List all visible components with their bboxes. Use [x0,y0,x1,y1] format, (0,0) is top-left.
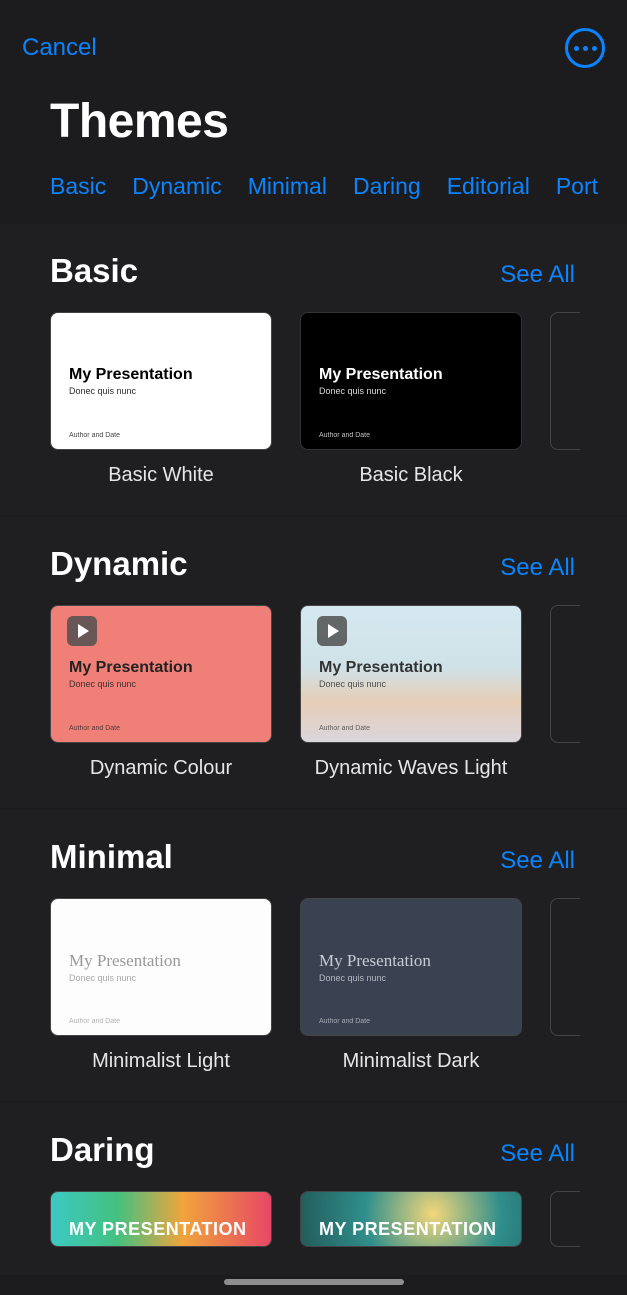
theme-thumbnail[interactable]: My Presentation Donec quis nunc Author and… [300,605,522,743]
thumb-subtitle: Donec quis nunc [319,386,503,396]
section-dynamic: Dynamic See All My Presentation Donec quis … [0,517,627,808]
thumb-title: MY PRESENTATION [69,1219,247,1240]
theme-card[interactable]: My Presentation Donec quis nunc Author and… [300,898,522,1073]
theme-row[interactable]: My Presentation Donec quis nunc Author and… [0,605,627,780]
thumb-subtitle: Donec quis nunc [69,973,253,983]
section-title: Minimal [50,838,173,876]
theme-label: Dynamic Colour [90,757,232,780]
theme-thumbnail[interactable]: My Presentation Donec quis nunc Author and… [50,605,272,743]
section-title: Basic [50,252,138,290]
thumb-title: MY PRESENTATION [319,1219,497,1240]
thumb-title: My Presentation [69,366,253,384]
play-icon [67,616,97,646]
thumb-title: My Presentation [69,659,253,677]
theme-thumbnail[interactable]: My Presentation Donec quis nunc Author and… [300,312,522,450]
theme-card[interactable]: My Presentation Donec quis nunc Author and… [50,605,272,780]
section-title: Dynamic [50,545,188,583]
theme-label: Basic Black [359,464,462,487]
theme-row[interactable]: MY PRESENTATION MY PRESENTATION [0,1191,627,1247]
theme-label: Basic White [108,464,214,487]
theme-thumbnail-peek[interactable] [550,1191,580,1247]
thumb-footer: Author and Date [319,725,370,732]
section-header: Basic See All [0,252,627,312]
thumb-footer: Author and Date [69,1018,120,1025]
thumb-footer: Author and Date [69,432,120,439]
top-bar: Cancel [0,0,627,76]
tab-basic[interactable]: Basic [50,173,106,200]
section-minimal: Minimal See All My Presentation Donec quis … [0,810,627,1101]
theme-thumbnail[interactable]: MY PRESENTATION [50,1191,272,1247]
thumb-footer: Author and Date [319,432,370,439]
theme-thumbnail-peek[interactable] [550,312,580,450]
theme-thumbnail[interactable]: My Presentation Donec quis nunc Author and… [50,898,272,1036]
tab-minimal[interactable]: Minimal [248,173,327,200]
section-basic: Basic See All My Presentation Donec quis nu… [0,224,627,515]
thumb-subtitle: Donec quis nunc [319,679,503,689]
more-options-button[interactable] [565,28,605,68]
theme-thumbnail[interactable]: My Presentation Donec quis nunc Author and… [50,312,272,450]
theme-thumbnail-peek[interactable] [550,898,580,1036]
theme-thumbnail[interactable]: My Presentation Donec quis nunc Author and… [300,898,522,1036]
home-indicator[interactable] [224,1279,404,1285]
section-header: Daring See All [0,1131,627,1191]
see-all-button[interactable]: See All [500,847,575,875]
thumb-subtitle: Donec quis nunc [69,679,253,689]
section-header: Minimal See All [0,838,627,898]
thumb-title: My Presentation [319,366,503,384]
category-tabs: Basic Dynamic Minimal Daring Editorial P… [0,159,627,224]
theme-thumbnail-peek[interactable] [550,605,580,743]
section-daring: DaringSee AllMY PRESENTATIONMY PRESENTAT… [0,1103,627,1275]
theme-label: Dynamic Waves Light [315,757,508,780]
tab-daring[interactable]: Daring [353,173,421,200]
theme-card[interactable]: MY PRESENTATION [50,1191,272,1247]
theme-card[interactable]: My Presentation Donec quis nunc Author and… [300,312,522,487]
theme-label: Minimalist Light [92,1050,230,1073]
see-all-button[interactable]: See All [500,1140,575,1168]
theme-label: Minimalist Dark [343,1050,480,1073]
section-header: Dynamic See All [0,545,627,605]
thumb-title: My Presentation [69,951,253,971]
thumb-subtitle: Donec quis nunc [69,386,253,396]
theme-thumbnail[interactable]: MY PRESENTATION [300,1191,522,1247]
thumb-footer: Author and Date [319,1018,370,1025]
see-all-button[interactable]: See All [500,554,575,582]
thumb-subtitle: Donec quis nunc [319,973,503,983]
section-title: Daring [50,1131,155,1169]
thumb-title: My Presentation [319,659,503,677]
tab-dynamic[interactable]: Dynamic [132,173,221,200]
cancel-button[interactable]: Cancel [22,34,97,62]
thumb-footer: Author and Date [69,725,120,732]
theme-card[interactable]: My Presentation Donec quis nunc Author and… [50,898,272,1073]
thumb-title: My Presentation [319,951,503,971]
theme-card[interactable]: My Presentation Donec quis nunc Author and… [50,312,272,487]
theme-row[interactable]: My Presentation Donec quis nunc Author and… [0,898,627,1073]
see-all-button[interactable]: See All [500,261,575,289]
theme-row[interactable]: My Presentation Donec quis nunc Author and… [0,312,627,487]
tab-portfolio[interactable]: Port [556,173,598,200]
theme-card[interactable]: My Presentation Donec quis nunc Author and… [300,605,522,780]
ellipsis-icon [574,46,579,51]
theme-card[interactable]: MY PRESENTATION [300,1191,522,1247]
page-title: Themes [0,76,627,159]
play-icon [317,616,347,646]
tab-editorial[interactable]: Editorial [447,173,530,200]
